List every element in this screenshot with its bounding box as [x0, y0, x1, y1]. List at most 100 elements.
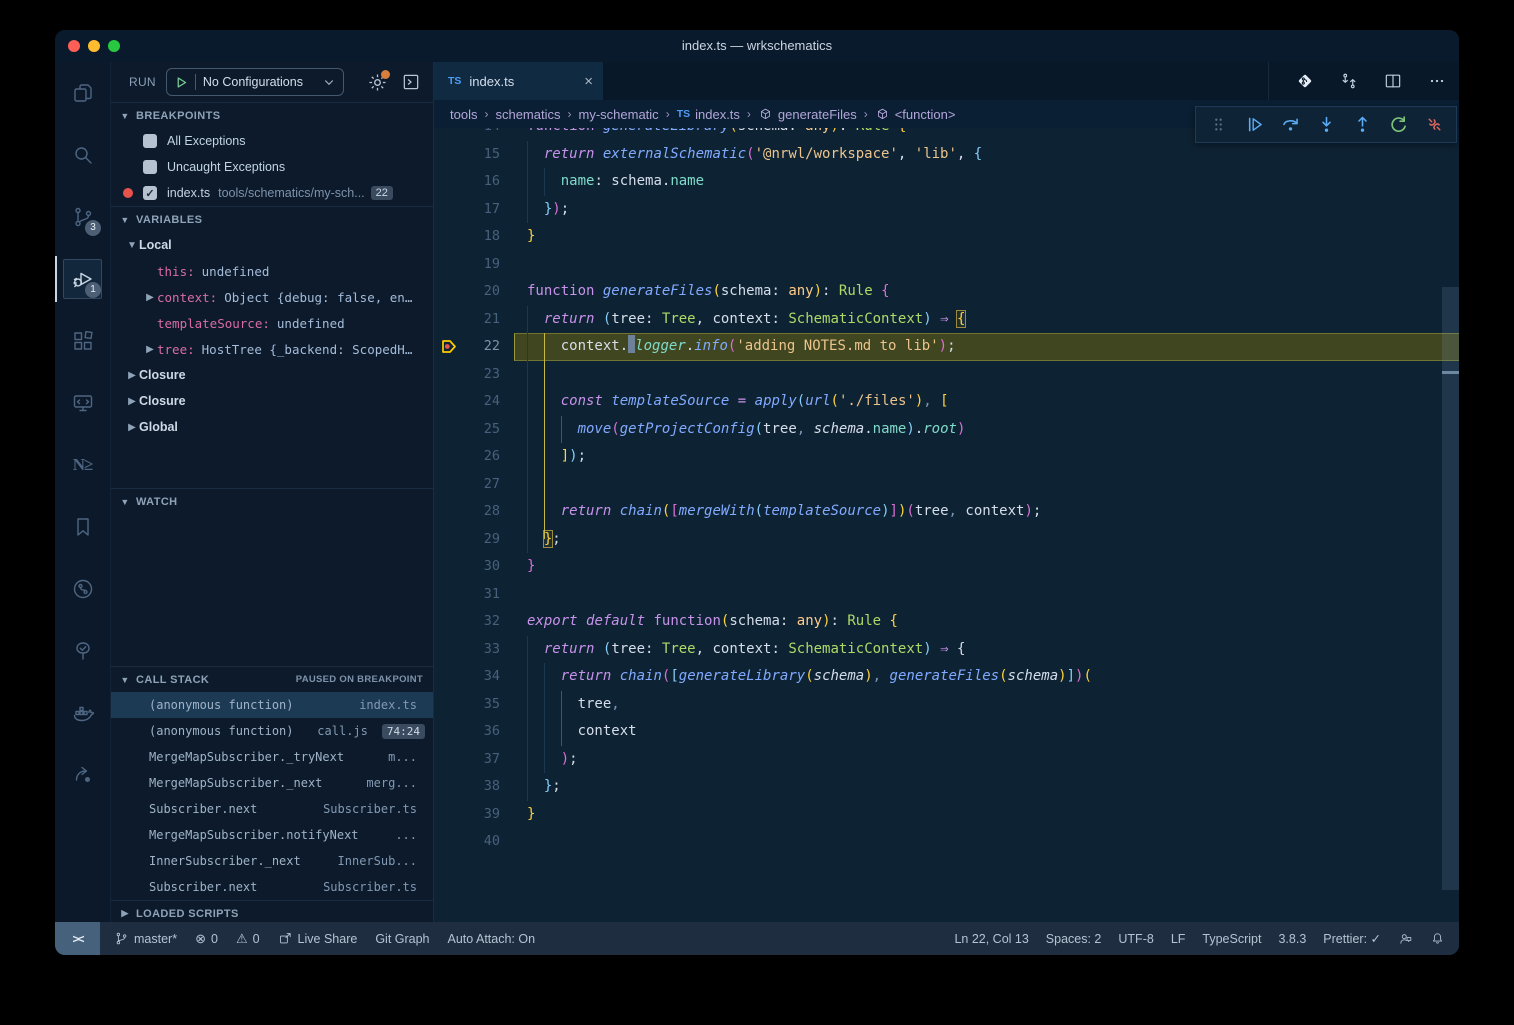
call-stack-frame[interactable]: Subscriber.nextSubscriber.ts [111, 874, 433, 900]
chevron-down-icon[interactable]: ▼ [125, 240, 139, 251]
gutter-glyph[interactable] [434, 141, 460, 169]
status-item-git-graph[interactable]: Git Graph [375, 932, 429, 946]
variable-row[interactable]: ▶tree:HostTree {_backend: ScopedH… [111, 336, 433, 362]
editor-action-split-editor[interactable] [1383, 71, 1403, 91]
code-line[interactable]: 23 [434, 361, 1459, 389]
debug-step-into[interactable] [1313, 112, 1339, 138]
code-line[interactable]: 31 [434, 581, 1459, 609]
activity-item-files[interactable] [55, 62, 110, 124]
code-line[interactable]: 25 move(getProjectConfig(tree, schema.na… [434, 416, 1459, 444]
status-item-3-8-3[interactable]: 3.8.3 [1278, 932, 1306, 946]
gutter-glyph[interactable] [434, 223, 460, 251]
chevron-right-icon[interactable]: ▶ [143, 292, 157, 303]
gutter-glyph[interactable] [434, 746, 460, 774]
gutter-glyph[interactable] [434, 168, 460, 196]
code-line[interactable]: 18} [434, 223, 1459, 251]
gutter-glyph[interactable] [434, 443, 460, 471]
gutter-glyph[interactable] [434, 801, 460, 829]
variable-row[interactable]: ▶context:Object {debug: false, en… [111, 284, 433, 310]
line-number[interactable]: 19 [460, 251, 500, 279]
gutter-glyph[interactable] [434, 196, 460, 224]
remote-indicator[interactable]: >< [55, 922, 100, 955]
variables-header[interactable]: ▼ VARIABLES [111, 207, 433, 232]
status-item-ln-22-col-13[interactable]: Ln 22, Col 13 [954, 932, 1028, 946]
line-number[interactable]: 25 [460, 416, 500, 444]
variable-row[interactable]: ▶Closure [111, 362, 433, 388]
status-item-spaces-2[interactable]: Spaces: 2 [1046, 932, 1102, 946]
gutter-glyph[interactable] [434, 278, 460, 306]
line-number[interactable]: 27 [460, 471, 500, 499]
variable-row[interactable]: ▶Closure [111, 388, 433, 414]
line-number[interactable]: 17 [460, 196, 500, 224]
variable-row[interactable]: this:undefined [111, 258, 433, 284]
breadcrumb-item[interactable]: <function> [875, 107, 956, 122]
debug-settings-gear-button[interactable] [365, 70, 389, 94]
code-line[interactable]: 28 return chain([mergeWith(templateSourc… [434, 498, 1459, 526]
status-item-auto-attach-on[interactable]: Auto Attach: On [448, 932, 536, 946]
code-line[interactable]: 40 [434, 828, 1459, 856]
gutter-glyph[interactable] [434, 361, 460, 389]
activity-item-search[interactable] [55, 124, 110, 186]
code-line[interactable]: 15 return externalSchematic('@nrwl/works… [434, 141, 1459, 169]
breadcrumb-item[interactable]: TSindex.ts [677, 107, 740, 122]
call-stack-frame[interactable]: InnerSubscriber._nextInnerSub... [111, 848, 433, 874]
code-editor[interactable]: 14function generateLibrary(schema: any):… [434, 128, 1459, 922]
status-item-0[interactable]: ⚠0 [236, 931, 260, 947]
close-tab-icon[interactable]: × [584, 73, 593, 90]
call-stack-frame[interactable]: Subscriber.nextSubscriber.ts [111, 796, 433, 822]
code-line[interactable]: 35 tree, [434, 691, 1459, 719]
status-item-0[interactable]: ⊗0 [195, 931, 218, 947]
chevron-right-icon[interactable]: ▶ [125, 422, 139, 433]
breadcrumb-item[interactable]: tools [450, 107, 477, 122]
line-number[interactable]: 31 [460, 581, 500, 609]
editor-action-open-changes[interactable] [1295, 71, 1315, 91]
line-number[interactable]: 20 [460, 278, 500, 306]
status-item-prettier[interactable]: Prettier: ✓ [1323, 931, 1381, 946]
editor-action-more-actions[interactable] [1427, 71, 1447, 91]
gutter-glyph[interactable] [434, 128, 460, 141]
gutter-glyph[interactable] [434, 416, 460, 444]
code-line[interactable]: 34 return chain([generateLibrary(schema)… [434, 663, 1459, 691]
line-number[interactable]: 34 [460, 663, 500, 691]
code-line[interactable]: 29 }; [434, 526, 1459, 554]
code-line[interactable]: 26 ]); [434, 443, 1459, 471]
activity-item-share[interactable] [55, 744, 110, 806]
code-line[interactable]: 21 return (tree: Tree, context: Schemati… [434, 306, 1459, 334]
status-item-feedback[interactable] [1398, 931, 1413, 946]
code-line[interactable]: 16 name: schema.name [434, 168, 1459, 196]
activity-item-nx-console[interactable]: N≥ [55, 434, 110, 496]
breakpoint-row[interactable]: Uncaught Exceptions [111, 154, 433, 180]
status-item-utf-8[interactable]: UTF-8 [1118, 932, 1153, 946]
line-number[interactable]: 32 [460, 608, 500, 636]
breadcrumb-item[interactable]: generateFiles [758, 107, 857, 122]
watch-header[interactable]: ▼ WATCH [111, 489, 433, 514]
scrollbar-slider[interactable] [1442, 287, 1459, 890]
call-stack-frame[interactable]: MergeMapSubscriber._nextmerg... [111, 770, 433, 796]
code-line[interactable]: 19 [434, 251, 1459, 279]
editor-action-compare-sync[interactable] [1339, 71, 1359, 91]
loaded-scripts-header[interactable]: ▶ LOADED SCRIPTS [111, 901, 433, 922]
gutter-glyph[interactable] [434, 718, 460, 746]
breakpoint-checkbox[interactable] [143, 160, 157, 174]
activity-item-run-debug[interactable]: 1 [55, 248, 110, 310]
chevron-right-icon[interactable]: ▶ [125, 370, 139, 381]
debug-drag-handle[interactable] [1205, 112, 1231, 138]
breakpoint-checkbox[interactable]: ✓ [143, 186, 157, 200]
code-line[interactable]: 36 context [434, 718, 1459, 746]
activity-item-remote-explorer[interactable] [55, 372, 110, 434]
gutter-glyph[interactable] [434, 388, 460, 416]
start-debug-icon[interactable] [175, 76, 188, 89]
code-line[interactable]: 27 [434, 471, 1459, 499]
gutter-glyph[interactable] [434, 828, 460, 856]
debug-restart[interactable] [1385, 112, 1411, 138]
status-item-live-share[interactable]: Live Share [278, 931, 358, 946]
line-number[interactable]: 28 [460, 498, 500, 526]
line-number[interactable]: 35 [460, 691, 500, 719]
breakpoint-row[interactable]: All Exceptions [111, 128, 433, 154]
code-line[interactable]: 37 ); [434, 746, 1459, 774]
paused-breakpoint-icon[interactable] [434, 333, 460, 361]
activity-item-extensions[interactable] [55, 310, 110, 372]
variable-row[interactable]: templateSource:undefined [111, 310, 433, 336]
line-number[interactable]: 14 [460, 128, 500, 141]
code-line[interactable]: 30} [434, 553, 1459, 581]
